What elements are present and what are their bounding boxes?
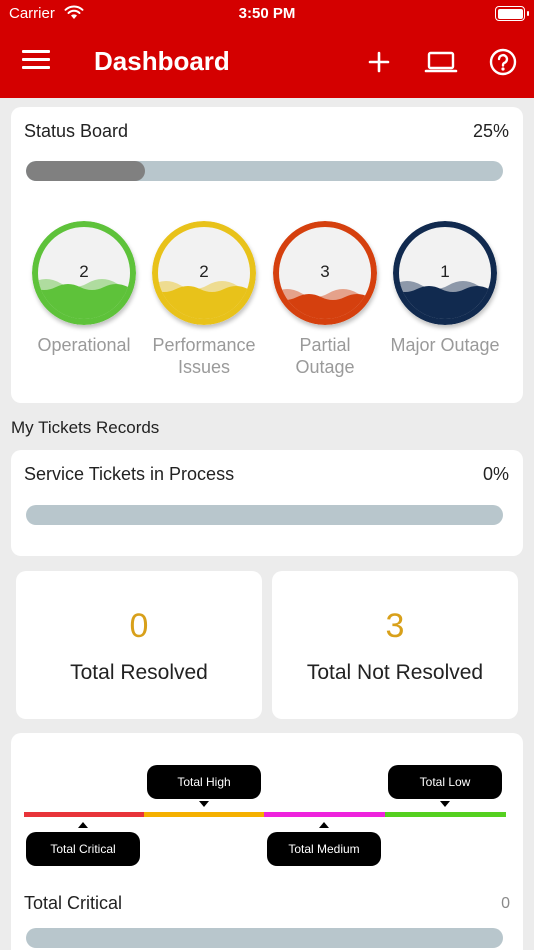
legend-bar-low xyxy=(385,812,506,817)
total-resolved-card[interactable]: 0 Total Resolved xyxy=(16,571,262,719)
clock: 3:50 PM xyxy=(238,5,296,22)
total-not-resolved-label: Total Not Resolved xyxy=(306,661,484,684)
laptop-icon[interactable] xyxy=(424,46,458,78)
gauge-partial-outage[interactable]: 3 xyxy=(273,221,377,325)
tooltip-arrow-medium xyxy=(319,822,329,828)
tooltip-arrow-high xyxy=(199,801,209,807)
gauge-label-major-outage: Major Outage xyxy=(390,335,500,355)
total-not-resolved-card[interactable]: 3 Total Not Resolved xyxy=(272,571,518,719)
legend-bar-high xyxy=(144,812,264,817)
status-board-title: Status Board xyxy=(24,121,129,141)
tooltip-total-low: Total Low xyxy=(388,765,502,799)
total-resolved-label: Total Resolved xyxy=(70,661,208,684)
app-header: Carrier 3:50 PM Dashboard xyxy=(0,0,534,98)
gauge-major-outage[interactable]: 1 xyxy=(393,221,497,325)
legend-bar-critical xyxy=(24,812,144,817)
priority-row-progress-bar xyxy=(26,928,503,948)
priority-row-value: 0 xyxy=(501,895,510,912)
total-resolved-count: 0 xyxy=(129,607,149,645)
priority-row-title: Total Critical xyxy=(24,893,123,913)
tickets-in-process-percent: 0% xyxy=(482,464,509,484)
gauge-count: 2 xyxy=(79,262,89,281)
gauge-operational[interactable]: 2 xyxy=(32,221,136,325)
status-board-progress-bar xyxy=(26,161,503,181)
gauge-label-partial-outage: Partial Outage xyxy=(295,335,355,377)
tickets-in-process-card: Service Tickets in Process 0% xyxy=(11,450,523,556)
status-board-progress-fill xyxy=(26,161,146,181)
total-not-resolved-count: 3 xyxy=(385,607,405,645)
tooltip-total-medium: Total Medium xyxy=(267,832,381,866)
ios-status-bar: Carrier 3:50 PM xyxy=(0,0,534,30)
page-title: Dashboard xyxy=(94,46,230,76)
gauge-label-operational: Operational xyxy=(37,335,131,355)
gauge-count: 3 xyxy=(320,262,330,281)
tickets-in-process-progress-bar xyxy=(26,505,503,525)
hamburger-menu-button[interactable] xyxy=(22,50,50,74)
tooltip-total-critical: Total Critical xyxy=(26,832,140,866)
tooltip-arrow-critical xyxy=(78,822,88,828)
plus-icon[interactable] xyxy=(362,46,396,78)
help-icon[interactable] xyxy=(486,46,520,78)
status-board-percent: 25% xyxy=(472,121,509,141)
battery-icon xyxy=(495,6,525,21)
tooltip-total-high: Total High xyxy=(147,765,261,799)
gauge-count: 2 xyxy=(199,262,209,281)
tooltip-arrow-low xyxy=(440,801,450,807)
status-board-card: Status Board 25% 2 2 3 1 Operational Per… xyxy=(11,107,523,403)
gauge-count: 1 xyxy=(440,262,450,281)
tickets-section-title: My Tickets Records xyxy=(11,418,160,437)
tickets-in-process-title: Service Tickets in Process xyxy=(24,464,235,484)
legend-bar-medium xyxy=(264,812,385,817)
gauge-label-performance-issues: Performance Issues xyxy=(152,335,256,377)
gauge-performance-issues[interactable]: 2 xyxy=(152,221,256,325)
